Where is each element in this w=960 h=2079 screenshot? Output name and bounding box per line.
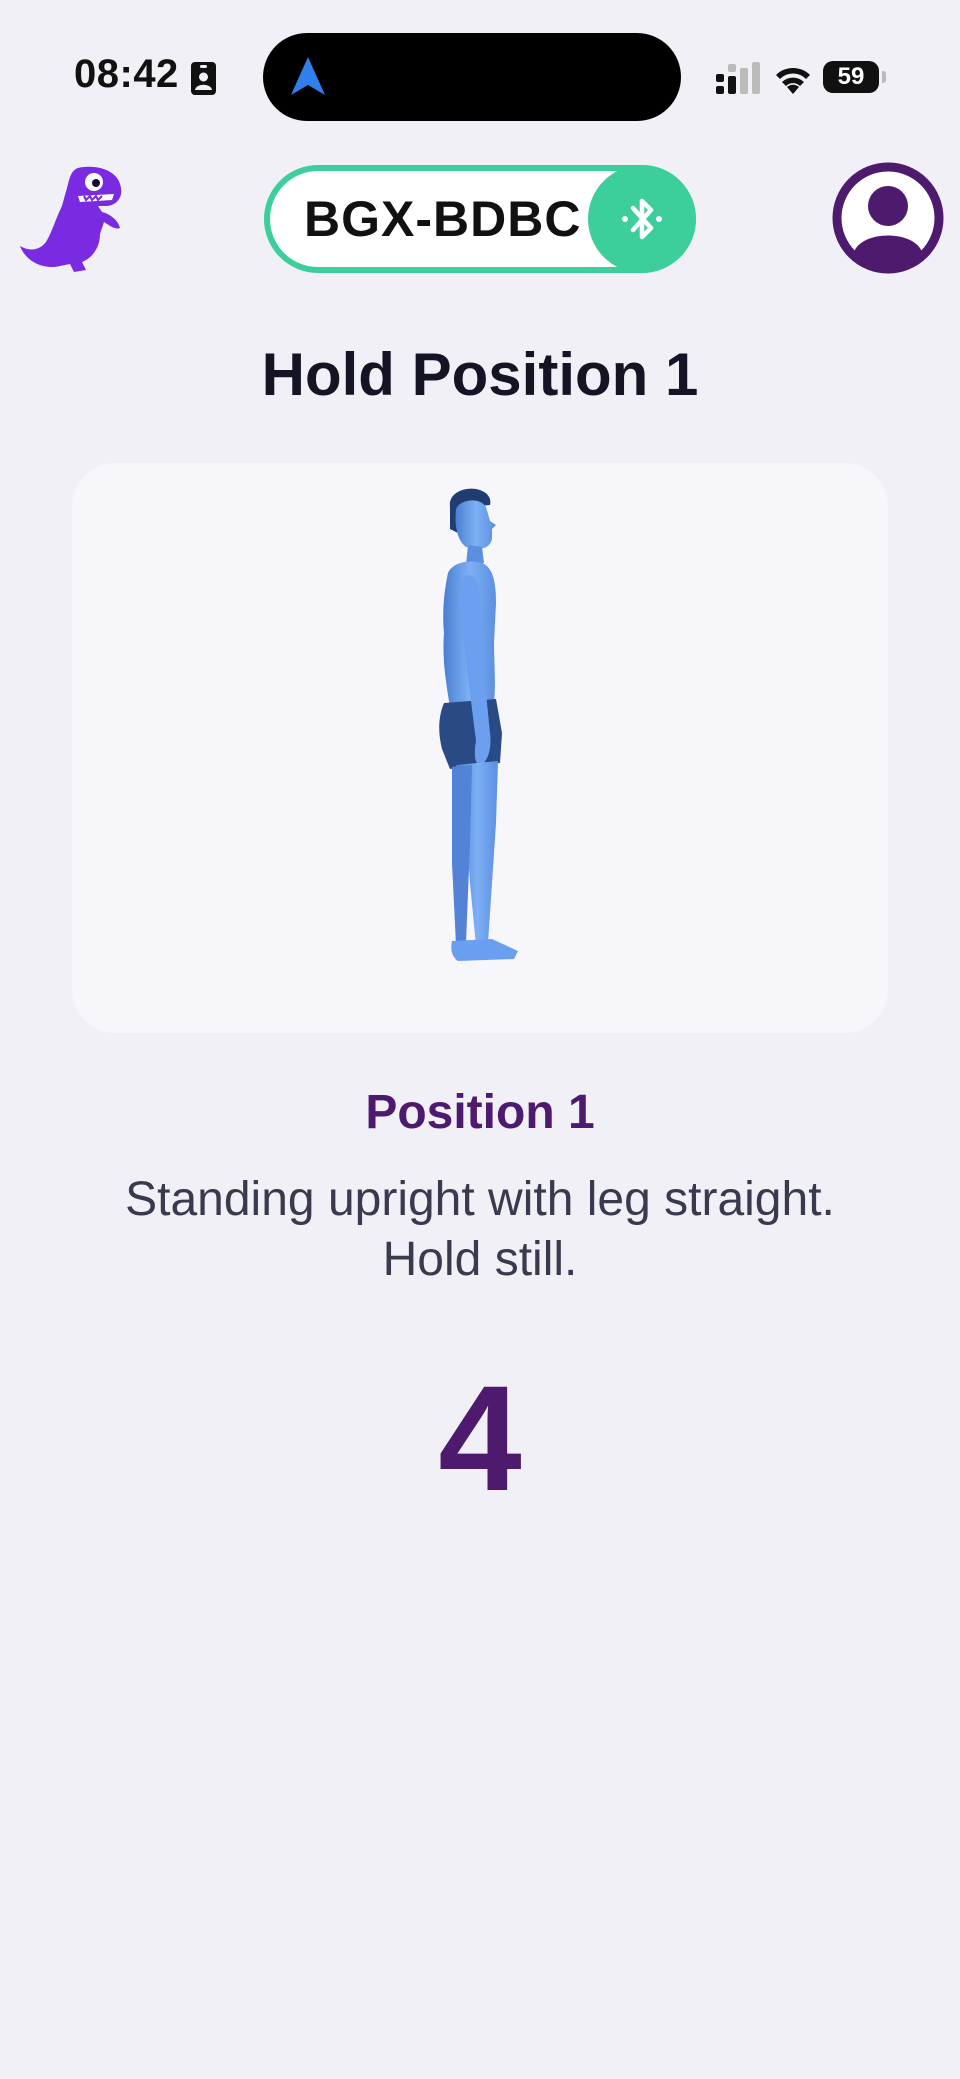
standing-figure-image xyxy=(439,488,518,961)
battery-level: 59 xyxy=(823,61,879,93)
contact-card-icon xyxy=(191,62,216,95)
position-name: Position 1 xyxy=(365,1086,595,1139)
wifi-icon xyxy=(776,67,810,94)
navigation-arrow-icon xyxy=(291,57,325,95)
position-instruction: Standing upright with leg straight. Hold… xyxy=(70,1170,890,1290)
dinosaur-logo-icon xyxy=(20,166,122,272)
countdown-timer: 4 xyxy=(438,1354,522,1522)
pose-illustration-card xyxy=(72,463,888,1033)
bluetooth-icon xyxy=(622,198,662,240)
dynamic-island xyxy=(263,33,681,121)
device-connection-pill[interactable]: BGX-BDBC xyxy=(264,165,696,273)
user-profile-icon[interactable] xyxy=(832,162,944,274)
page-title: Hold Position 1 xyxy=(261,341,699,408)
status-time: 08:42 xyxy=(74,52,179,96)
device-name: BGX-BDBC xyxy=(304,191,582,247)
bluetooth-button[interactable] xyxy=(588,165,696,273)
battery-cap xyxy=(882,71,886,83)
instruction-line-1: Standing upright with leg straight. xyxy=(125,1173,835,1226)
instruction-line-2: Hold still. xyxy=(382,1233,578,1286)
cell-signal-icon xyxy=(716,62,760,94)
